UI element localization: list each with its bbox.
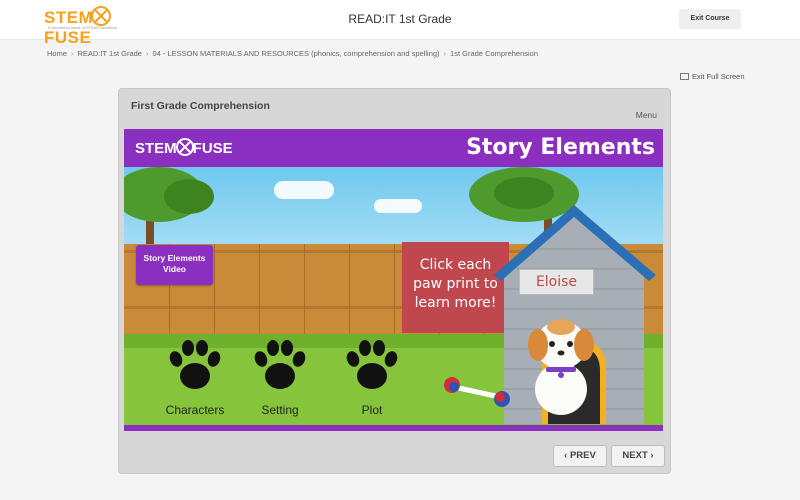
- slide-logo-stem: STEM: [135, 140, 177, 157]
- tree-left-foliage: [164, 179, 214, 214]
- top-bar: STEMFUSE A Wonderful world of STEM Educa…: [0, 0, 800, 47]
- cloud: [374, 199, 422, 213]
- next-button[interactable]: NEXT ›: [611, 445, 665, 467]
- exit-fullscreen-label: Exit Full Screen: [692, 72, 745, 81]
- chevron-right-icon: ›: [647, 450, 654, 461]
- fullscreen-icon: [680, 73, 689, 80]
- slide-header: STEM FUSE Story Elements: [124, 129, 663, 167]
- prev-label: PREV: [569, 450, 596, 461]
- slide-logo: STEM FUSE: [135, 138, 233, 157]
- logo-fuse-text: FUSE: [44, 28, 92, 47]
- puppy-illustration: [528, 319, 594, 415]
- rope-toy-illustration: [444, 377, 510, 407]
- chevron-right-icon: ›: [145, 49, 149, 58]
- paw-characters-icon[interactable]: [165, 335, 225, 395]
- breadcrumb-section[interactable]: 04 - LESSON MATERIALS AND RESOURCES (pho…: [152, 49, 439, 58]
- cloud: [274, 181, 334, 199]
- breadcrumb-home[interactable]: Home: [47, 49, 67, 58]
- course-player: First Grade Comprehension Menu STEM FUSE…: [118, 88, 671, 474]
- breadcrumb: Home › READ:IT 1st Grade › 04 - LESSON MATER…: [47, 49, 538, 58]
- paw-label-plot[interactable]: Plot: [327, 403, 417, 417]
- slide-logo-x-icon: [175, 138, 194, 156]
- breadcrumb-course[interactable]: READ:IT 1st Grade: [78, 49, 142, 58]
- slide-title: Story Elements: [466, 135, 655, 160]
- paw-setting-icon[interactable]: [250, 335, 310, 395]
- slide-logo-fuse: FUSE: [192, 140, 233, 157]
- breadcrumb-current[interactable]: 1st Grade Comprehension: [450, 49, 538, 58]
- slide-canvas: STEM FUSE Story Elements Story Elements V…: [124, 129, 663, 431]
- paw-plot-icon[interactable]: [342, 335, 402, 395]
- exit-course-button[interactable]: Exit Course: [679, 9, 741, 29]
- story-elements-video-button[interactable]: Story Elements Video: [136, 245, 213, 285]
- prev-button[interactable]: ‹ PREV: [553, 445, 607, 467]
- next-label: NEXT: [622, 450, 648, 461]
- dog-name-sign: Eloise: [519, 269, 594, 295]
- menu-button[interactable]: Menu: [636, 110, 657, 120]
- paw-label-setting[interactable]: Setting: [235, 403, 325, 417]
- player-title: First Grade Comprehension: [131, 100, 270, 112]
- exit-fullscreen-button[interactable]: Exit Full Screen: [680, 72, 745, 81]
- chevron-right-icon: ›: [443, 49, 447, 58]
- chevron-right-icon: ›: [71, 49, 74, 58]
- paw-label-characters[interactable]: Characters: [150, 403, 240, 417]
- slide-bottom-bar: [124, 425, 663, 431]
- video-button-label: Story Elements Video: [143, 253, 206, 274]
